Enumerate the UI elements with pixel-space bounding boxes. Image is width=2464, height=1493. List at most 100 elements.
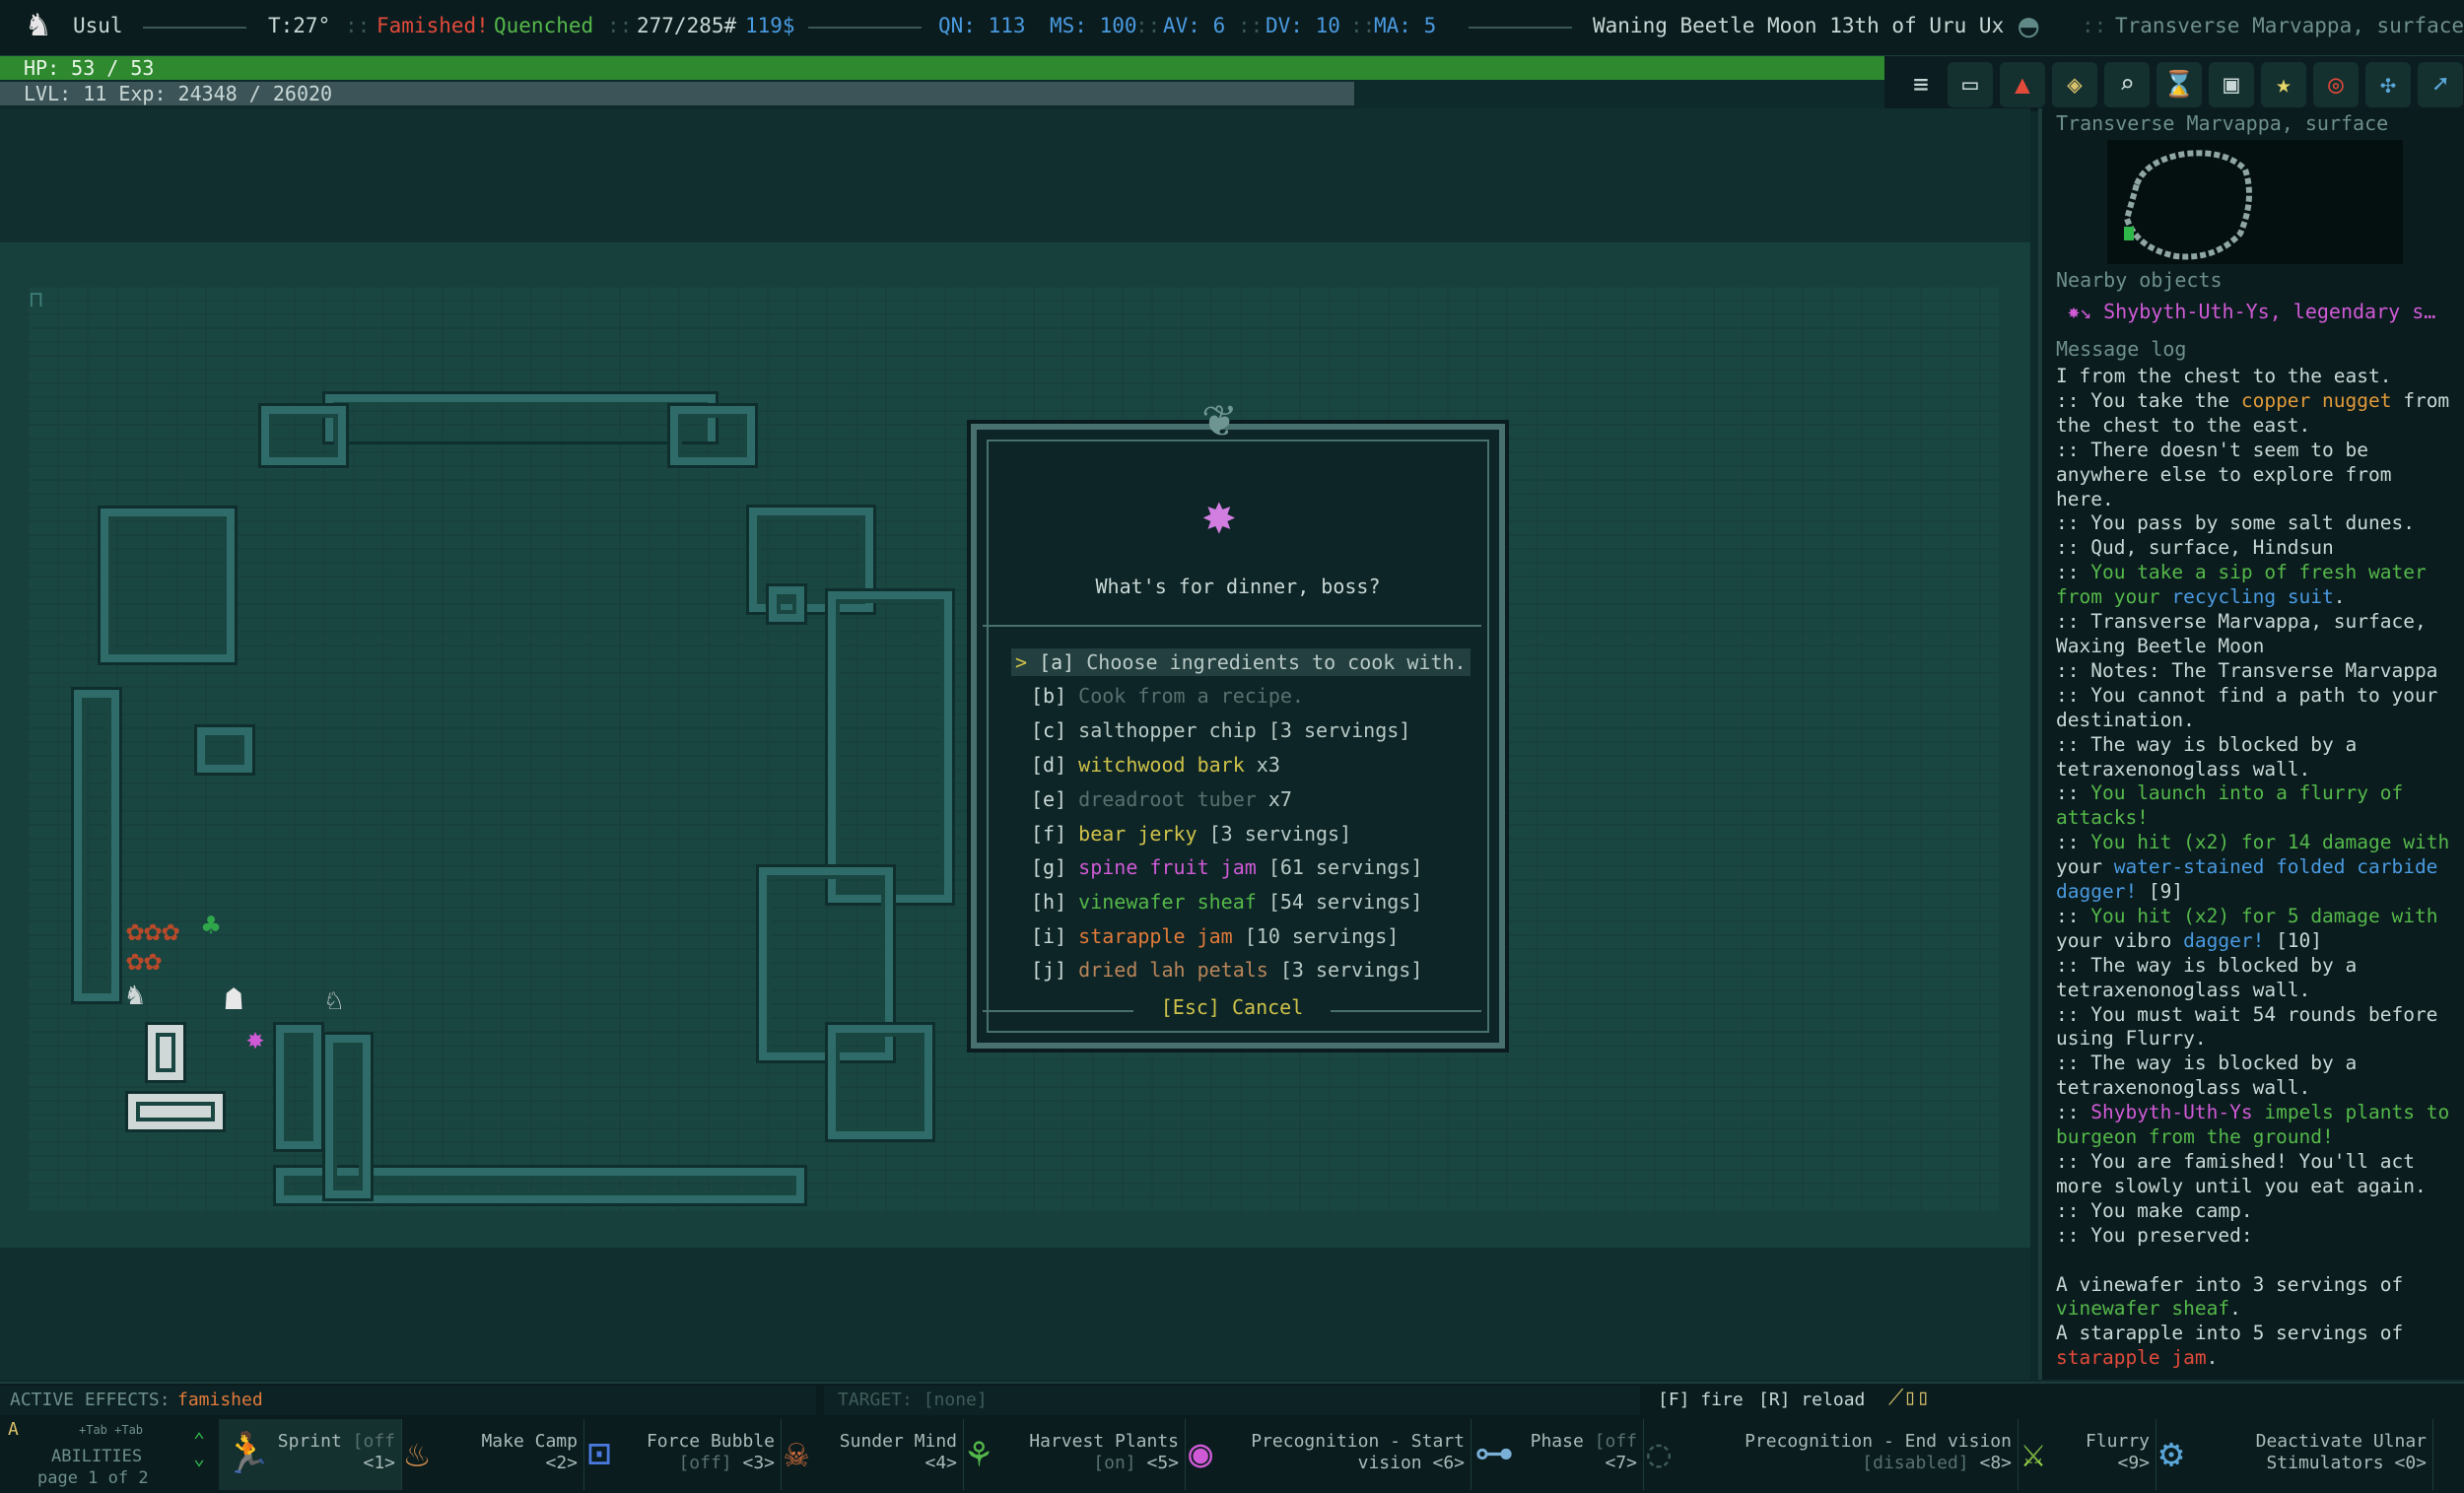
ability-name: Precognition - Start: [1251, 1431, 1465, 1452]
log-line: :: You hit (x2) for 5 damage with: [2056, 904, 2438, 927]
log-line: :: Qud, surface, Hindsun: [2056, 536, 2334, 560]
ulnar-icon: ⚙: [2159, 1431, 2184, 1476]
harvest-icon: ⚘: [967, 1431, 992, 1476]
character-icon[interactable]: ▣: [2209, 62, 2254, 107]
dialog-option-f[interactable]: [f] bear jerky [3 servings]: [1031, 822, 1351, 846]
ruin-wall: [325, 1035, 371, 1198]
nearby-title: Nearby objects: [2056, 268, 2223, 292]
log-line: attacks!: [2056, 806, 2149, 830]
log-line: tetraxenonoglass wall.: [2056, 978, 2311, 1001]
log-line: :: You take the copper nugget from: [2056, 388, 2450, 412]
star-icon[interactable]: ★: [2261, 62, 2306, 107]
log-line: :: You preserved:: [2056, 1223, 2253, 1247]
dialog-option-c[interactable]: [c] salthopper chip [3 servings]: [1031, 718, 1410, 742]
ability-name: Sprint: [277, 1431, 342, 1452]
dialog-option-a[interactable]: > [a] Choose ingredients to cook with.: [1011, 648, 1471, 676]
ability-phase[interactable]: ⊶ Phase [off <7>: [1471, 1419, 1644, 1490]
creature-icon[interactable]: ☗: [225, 985, 242, 1015]
ability-make-camp[interactable]: ♨ Make Camp <2>: [401, 1419, 584, 1490]
dialog-option-i[interactable]: [i] starapple jam [10 servings]: [1031, 924, 1399, 948]
ability-label: Flurry <9>: [2086, 1431, 2150, 1474]
log-line: :: You make camp.: [2056, 1198, 2253, 1222]
mental-armor: MA: 5: [1374, 14, 1437, 37]
divider: [983, 625, 1481, 627]
phase-icon: ⊶: [1474, 1431, 1514, 1476]
plant-icon: ✿✿✿: [126, 914, 180, 948]
dialog-option-e[interactable]: [e] dreadroot tuber x7: [1031, 787, 1292, 811]
ability-precognition-start[interactable]: ◉ Precognition - Start vision <6>: [1185, 1419, 1472, 1490]
ability-name: Flurry: [2085, 1431, 2150, 1452]
ability-label: Harvest Plants [on] <5>: [1029, 1431, 1179, 1474]
ability-label: Phase [off <7>: [1531, 1431, 1637, 1474]
dialog-option-b[interactable]: [b] Cook from a recipe.: [1031, 684, 1304, 708]
log-line: dagger! [9]: [2056, 880, 2184, 904]
inventory-icon[interactable]: ◈: [2052, 62, 2097, 107]
hp-bar: HP: 53 / 53: [0, 56, 1884, 80]
log-line: your vibro dagger! [10]: [2056, 928, 2323, 952]
dodge-value: DV: 10: [1266, 14, 1340, 37]
active-effects: ACTIVE EFFECTS: famished: [0, 1386, 816, 1415]
equipment-icon[interactable]: ▭: [1948, 62, 1993, 107]
ability-state: [disabled]: [1862, 1453, 1980, 1473]
sunder-mind-icon: ☠: [785, 1431, 809, 1476]
ruin-wall: [828, 1025, 932, 1139]
cancel-button[interactable]: [Esc] Cancel: [1133, 995, 1331, 1019]
ability-sunder-mind[interactable]: ☠ Sunder Mind <4>: [781, 1419, 964, 1490]
ability-name-line2: Stimulators: [2266, 1453, 2395, 1473]
hp-label: HP: 53 / 53: [24, 56, 155, 80]
ability-force-bubble[interactable]: ⊡ Force Bubble [off] <3>: [583, 1419, 782, 1490]
ruin-wall: [828, 591, 952, 903]
fire-button[interactable]: [F] fire: [1658, 1390, 1744, 1410]
calendar-date: Waning Beetle Moon 13th of Uru Ux: [1593, 14, 2005, 37]
dialog-question: What's for dinner, boss?: [1095, 575, 1381, 598]
log-line: I from the chest to the east.: [2056, 365, 2392, 387]
toolbar: ≡ ▭ ▲ ◈ ⌕ ⌛ ▣ ★ ◎ ✣ ➚: [1884, 56, 2464, 111]
moon-icon: ◓: [2019, 6, 2039, 45]
ruin-wall: [325, 394, 716, 441]
ability-flurry[interactable]: ⚔ Flurry <9>: [2018, 1419, 2156, 1490]
ability-icon[interactable]: ➚: [2418, 62, 2463, 107]
map-marker-icon[interactable]: ▲: [2000, 62, 2045, 107]
ability-name: Precognition - End vision: [1745, 1431, 2012, 1452]
zone-location: Transverse Marvappa, surface: [2115, 14, 2464, 37]
search-icon[interactable]: ⌕: [2104, 62, 2150, 107]
dialog-option-j[interactable]: [j] dried lah petals [3 servings]: [1031, 958, 1422, 982]
ruin-wall: [670, 406, 755, 465]
dialog-option-g[interactable]: [g] spine fruit jam [61 servings]: [1031, 855, 1422, 879]
log-line: using Flurry.: [2056, 1027, 2207, 1051]
ability-precognition-end-vision[interactable]: ◌ Precognition - End vision [disabled] <8>: [1643, 1419, 2019, 1490]
minimap[interactable]: [2107, 140, 2403, 264]
companion-icon[interactable]: ♘: [325, 985, 343, 1015]
ability-label: Make Camp <2>: [481, 1431, 578, 1474]
ability-hotkey: <7>: [1605, 1453, 1637, 1473]
page-arrows-icon[interactable]: ⌃ ⌄: [193, 1430, 205, 1467]
tinker-icon[interactable]: ✣: [2365, 62, 2411, 107]
menu-icon[interactable]: ≡: [1898, 62, 1944, 107]
ability-label: Precognition - End vision [disabled] <8>: [1745, 1431, 2012, 1474]
log-line: :: Transverse Marvappa, surface,: [2056, 610, 2427, 634]
ability-deactivate-ulnar[interactable]: ⚙ Deactivate Ulnar Stimulators <0>: [2156, 1419, 2433, 1490]
nearby-item[interactable]: ✸↘ Shybyth-Uth-Ys, legendary s…: [2068, 300, 2435, 323]
hourglass-icon[interactable]: ⌛: [2156, 62, 2202, 107]
precognition-icon: ◉: [1189, 1431, 1213, 1476]
creature-icon[interactable]: ✸: [246, 1025, 264, 1054]
ability-hotkey: <8>: [1979, 1453, 2012, 1473]
precognition-end-icon: ◌: [1647, 1431, 1672, 1476]
log-line: vinewafer sheaf.: [2056, 1297, 2241, 1321]
log-line: destination.: [2056, 708, 2195, 731]
player-sprite[interactable]: ♞: [126, 981, 144, 1010]
ability-hotkey: <5>: [1146, 1453, 1179, 1473]
temperature: T:27°: [268, 14, 331, 37]
sprint-icon: 🏃: [223, 1431, 272, 1476]
hunger-status: Famished!: [376, 14, 489, 37]
reload-button[interactable]: [R] reload: [1758, 1390, 1865, 1410]
chest[interactable]: [128, 1094, 223, 1129]
ability-harvest-plants[interactable]: ⚘ Harvest Plants [on] <5>: [963, 1419, 1186, 1490]
thirst-status: Quenched: [494, 14, 594, 37]
ability-sprint[interactable]: 🏃 Sprint [off <1>: [219, 1419, 402, 1490]
ability-label: Sprint [off <1>: [278, 1431, 395, 1474]
log-line: starapple jam.: [2056, 1346, 2219, 1370]
compass-icon[interactable]: ◎: [2313, 62, 2359, 107]
dialog-option-h[interactable]: [h] vinewafer sheaf [54 servings]: [1031, 890, 1422, 914]
dialog-option-d[interactable]: [d] witchwood bark x3: [1031, 753, 1280, 777]
